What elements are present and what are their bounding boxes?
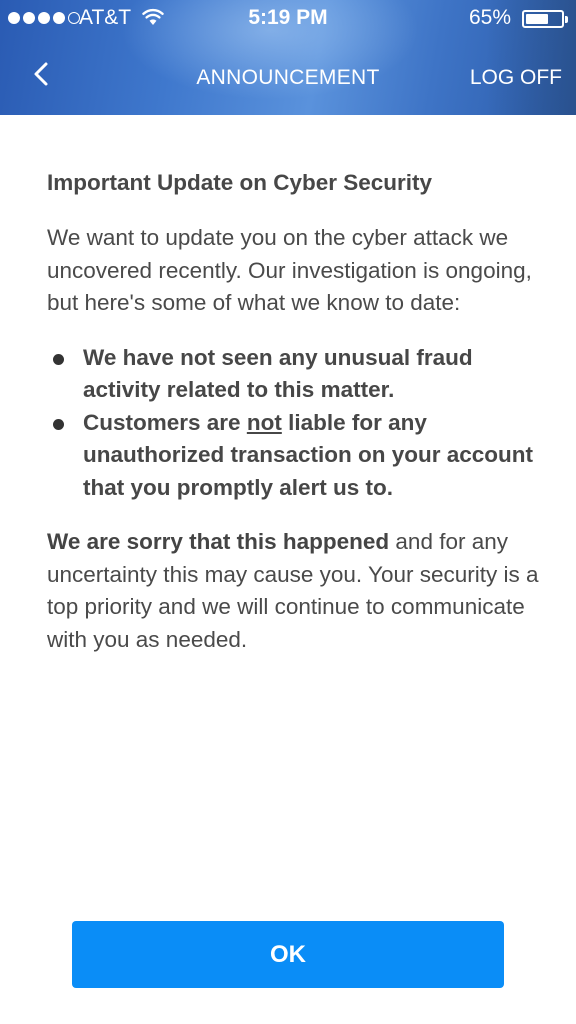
bullet-emphasis-not: not: [246, 409, 282, 435]
announcement-bullets: We have not seen any unusual fraud activ…: [47, 342, 547, 505]
bullet-item: Customers are not liable for any unautho…: [47, 407, 547, 505]
battery-icon: [522, 10, 568, 28]
announcement-body: Important Update on Cyber Security We wa…: [47, 168, 547, 656]
ok-button[interactable]: OK: [72, 921, 504, 988]
log-off-button[interactable]: LOG OFF: [470, 66, 562, 90]
announcement-intro: We want to update you on the cyber attac…: [47, 225, 532, 315]
announcement-closing: We are sorry that this happened and for …: [47, 526, 547, 656]
battery-percent: 65%: [469, 6, 512, 29]
bullet-dot: [53, 418, 64, 430]
bullet-dot: [53, 353, 64, 365]
bullet-text: We have not seen any unusual fraud activ…: [83, 344, 473, 403]
bullet-text-pre: Customers are: [83, 409, 247, 435]
status-bar: AT&T 5:19 PM 65%: [0, 0, 576, 38]
battery-fill: [526, 14, 548, 24]
bullet-item: We have not seen any unusual fraud activ…: [47, 342, 547, 407]
closing-bold: We are sorry that this happened: [47, 529, 390, 554]
announcement-heading: Important Update on Cyber Security: [47, 170, 433, 195]
